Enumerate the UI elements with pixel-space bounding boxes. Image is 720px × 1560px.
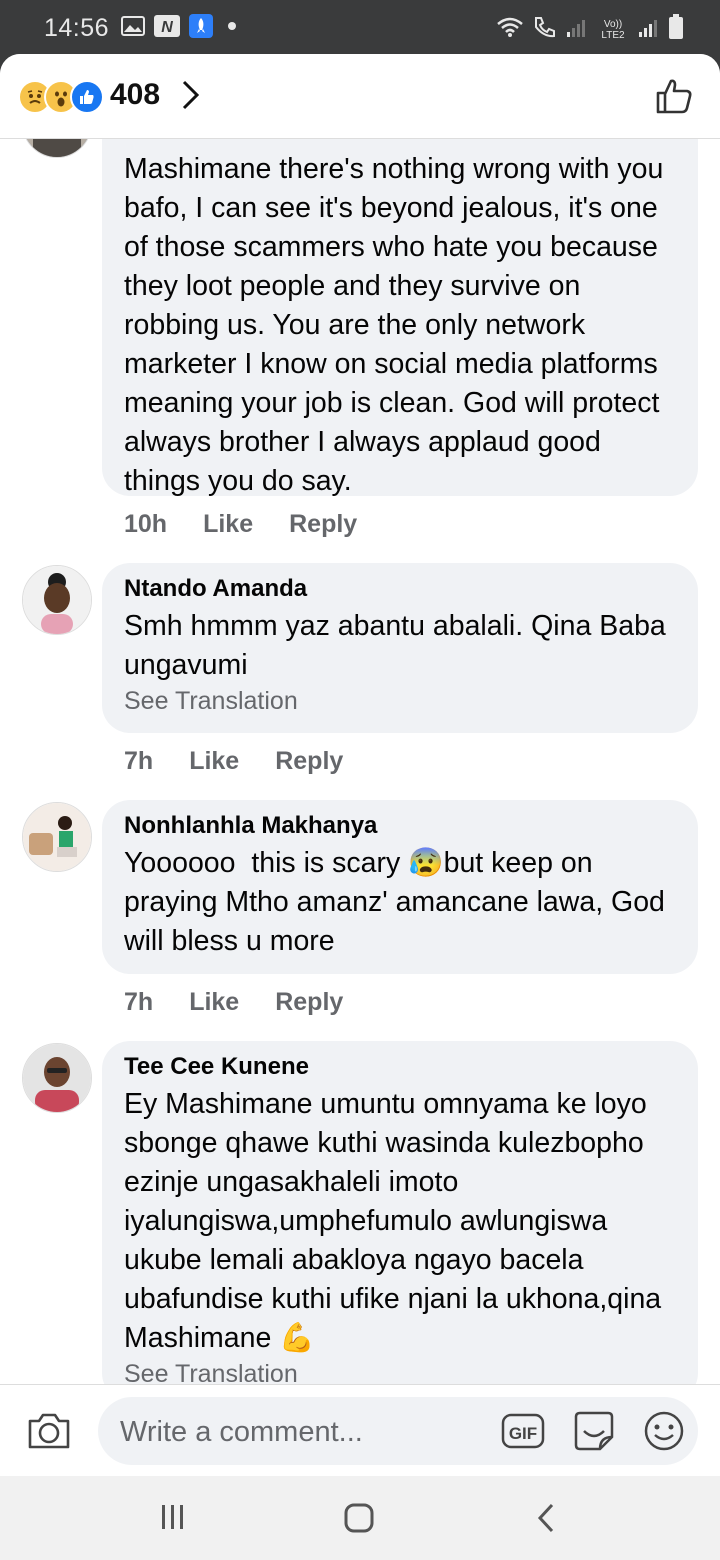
signal-2-icon (638, 16, 660, 43)
avatar[interactable] (22, 802, 92, 872)
svg-text:GIF: GIF (509, 1424, 537, 1443)
like-link[interactable]: Like (189, 988, 239, 1017)
comment-time: 10h (124, 510, 168, 538)
commenter-name[interactable]: Tee Cee Kunene (124, 1053, 678, 1081)
comment-text: Smh hmmm yaz abantu abalali. Qina Baba u… (124, 610, 674, 681)
avatar[interactable] (22, 565, 92, 635)
lte-label: Vo)) LTE2 (601, 18, 625, 41)
wifi-icon (496, 16, 524, 43)
comment-bubble[interactable]: Mashimane there's nothing wrong with you… (102, 138, 698, 497)
sticker-icon[interactable] (572, 1409, 616, 1458)
rocket-app-icon (188, 14, 214, 38)
see-translation-link[interactable]: See Translation (124, 687, 678, 716)
n-app-icon: N (154, 14, 180, 38)
home-icon[interactable] (343, 1502, 375, 1539)
emoji-icon[interactable] (642, 1409, 686, 1458)
chevron-right-icon[interactable] (178, 78, 202, 117)
see-translation-link[interactable]: See Translation (124, 1360, 678, 1384)
comments-list[interactable]: Mashimane there's nothing wrong with you… (0, 138, 720, 1384)
comment-text: Ey Mashimane umuntu omnyama ke loyo sbon… (124, 1088, 670, 1354)
comment-actions: 10h Like Reply (124, 510, 357, 539)
commenter-name[interactable]: Nonhlanhla Makhanya (124, 812, 678, 840)
status-bar: 14:56 N Vo)) LTE2 (0, 0, 720, 56)
gif-icon[interactable]: GIF (501, 1411, 545, 1456)
reaction-count[interactable]: 408 (110, 78, 160, 112)
back-icon[interactable] (534, 1502, 558, 1539)
comment-time: 7h (124, 988, 154, 1016)
svg-text:N: N (161, 19, 173, 36)
comment-time: 7h (124, 747, 154, 775)
comment-bubble[interactable]: Tee Cee Kunene Ey Mashimane umuntu omnya… (102, 1041, 698, 1384)
reactions-header[interactable]: 408 (0, 54, 720, 139)
avatar[interactable] (22, 1043, 92, 1113)
reply-link[interactable]: Reply (289, 510, 357, 539)
like-link[interactable]: Like (189, 747, 239, 776)
reaction-icons[interactable] (18, 80, 104, 114)
comment-composer: GIF (0, 1384, 720, 1477)
comment-bubble[interactable]: Nonhlanhla Makhanya Yoooooo this is scar… (102, 800, 698, 974)
reply-link[interactable]: Reply (275, 988, 343, 1017)
comment-input[interactable] (118, 1411, 482, 1453)
commenter-name[interactable]: Ntando Amanda (124, 575, 678, 603)
comment-actions: 7h Like Reply (124, 747, 343, 776)
clock: 14:56 (44, 14, 110, 42)
battery-icon (668, 14, 684, 45)
camera-icon[interactable] (26, 1411, 72, 1456)
like-reaction-icon (70, 80, 104, 114)
call-icon (532, 15, 558, 44)
avatar[interactable] (22, 138, 92, 158)
comment-actions: 7h Like Reply (124, 988, 343, 1017)
signal-1-icon (566, 16, 588, 43)
thumbs-up-icon[interactable] (654, 76, 694, 121)
gallery-icon (120, 14, 146, 38)
reply-link[interactable]: Reply (275, 747, 343, 776)
notification-dot (228, 22, 236, 30)
comment-bubble[interactable]: Ntando Amanda Smh hmmm yaz abantu abalal… (102, 563, 698, 733)
comment-text: Yoooooo this is scary 😰but keep on prayi… (124, 847, 673, 957)
comment-input-box[interactable]: GIF (98, 1397, 698, 1465)
comments-panel: 408 Mashimane there's nothing wrong with… (0, 54, 720, 1560)
recent-apps-icon[interactable] (158, 1502, 188, 1537)
system-nav-bar (0, 1476, 720, 1560)
like-link[interactable]: Like (203, 510, 253, 539)
comment-text: Mashimane there's nothing wrong with you… (124, 153, 672, 497)
